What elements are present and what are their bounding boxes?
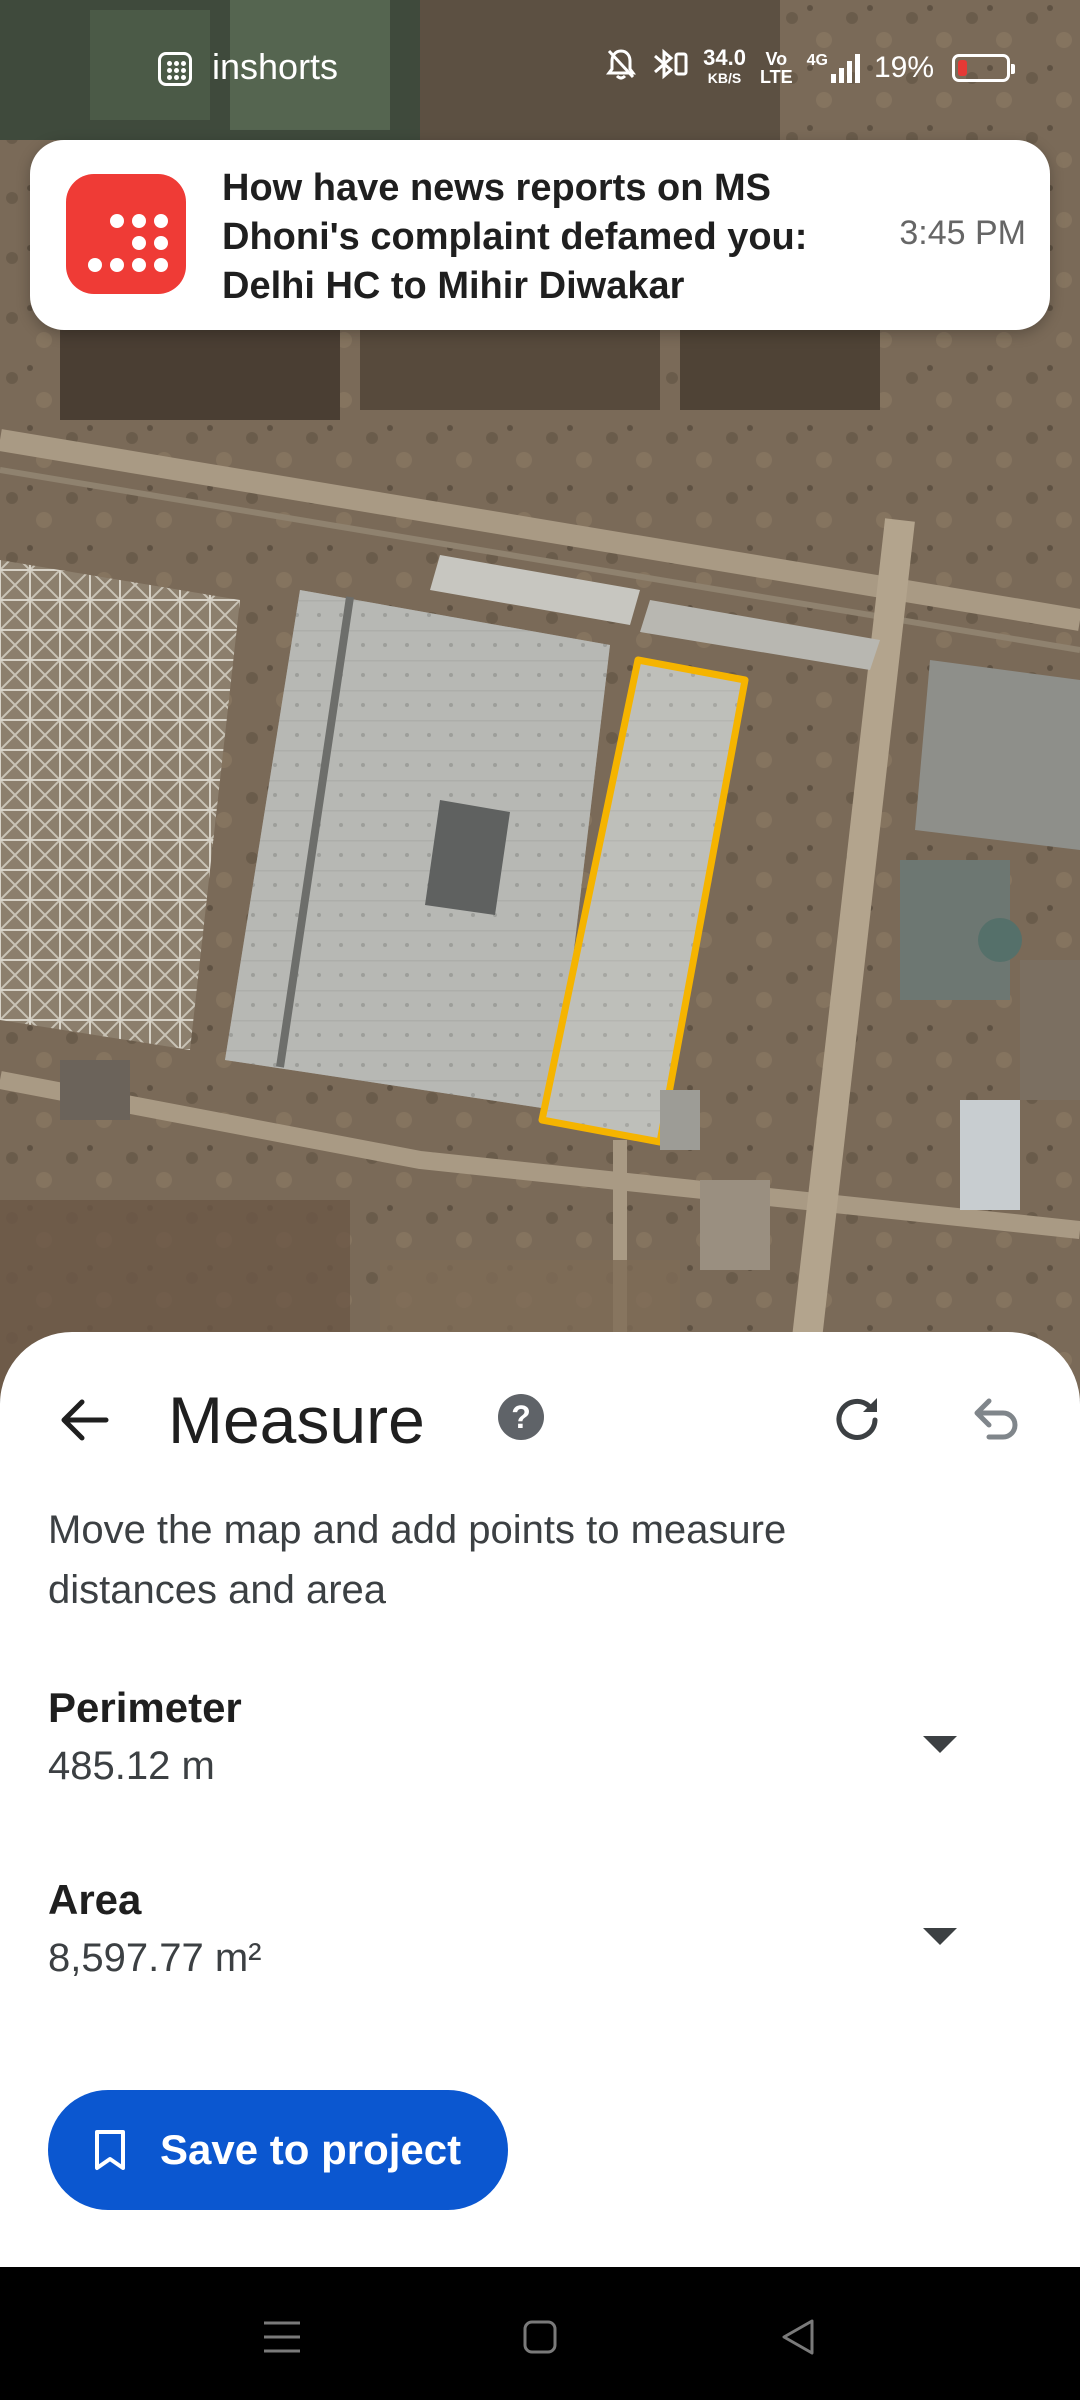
inshorts-app-icon <box>158 52 192 86</box>
inshorts-logo-icon <box>66 174 186 294</box>
battery-percent: 19% <box>873 51 934 84</box>
perimeter-value: 485.12 m <box>48 1744 215 1788</box>
help-icon[interactable]: ? <box>498 1394 544 1440</box>
notification-text: How have news reports on MS Dhoni's comp… <box>222 167 808 307</box>
home-icon[interactable] <box>510 2307 570 2367</box>
back-arrow-icon <box>61 1399 109 1441</box>
undo-button[interactable] <box>956 1380 1036 1460</box>
chevron-down-icon[interactable] <box>910 1914 970 1958</box>
battery-level-fill <box>958 60 967 76</box>
redo-icon <box>836 1398 878 1440</box>
status-bar: inshorts 34.0 KB/S Vo LTE 4G 19% <box>0 0 1080 140</box>
signal-icon: 4G <box>807 52 860 84</box>
save-to-project-button[interactable]: Save to project <box>48 2090 508 2210</box>
chevron-down-icon[interactable] <box>910 1722 970 1766</box>
page-title: Measure <box>168 1383 425 1457</box>
perimeter-row[interactable]: Perimeter 485.12 m <box>48 1684 1038 1804</box>
save-button-label: Save to project <box>160 2126 462 2173</box>
redo-button[interactable] <box>818 1380 898 1460</box>
back-button[interactable] <box>44 1380 124 1460</box>
battery-icon <box>952 54 1015 82</box>
status-icons: 34.0 KB/S Vo LTE 4G 19% <box>605 45 1015 90</box>
status-app-name: inshorts <box>212 46 339 87</box>
perimeter-label: Perimeter <box>48 1684 242 1731</box>
undo-icon <box>974 1398 1018 1440</box>
net-speed: 34.0 KB/S <box>703 45 746 87</box>
menu-icon[interactable] <box>252 2307 312 2367</box>
notification-time: 3:45 PM <box>899 214 1026 252</box>
bluetooth-icon <box>651 46 689 90</box>
area-label: Area <box>48 1876 142 1923</box>
notification-card[interactable]: How have news reports on MS Dhoni's comp… <box>30 140 1050 330</box>
instructions-text: Move the map and add points to measure d… <box>48 1508 787 1612</box>
bookmark-icon <box>94 2129 126 2171</box>
volte-indicator: Vo LTE <box>759 49 793 87</box>
measure-sheet: Measure ? Move the map and add points to… <box>0 1332 1080 2267</box>
mute-bell-icon <box>605 47 637 89</box>
back-icon[interactable] <box>768 2307 828 2367</box>
area-value: 8,597.77 m² <box>48 1936 262 1980</box>
area-row[interactable]: Area 8,597.77 m² <box>48 1876 1038 1996</box>
system-nav-bar <box>0 2267 1080 2400</box>
